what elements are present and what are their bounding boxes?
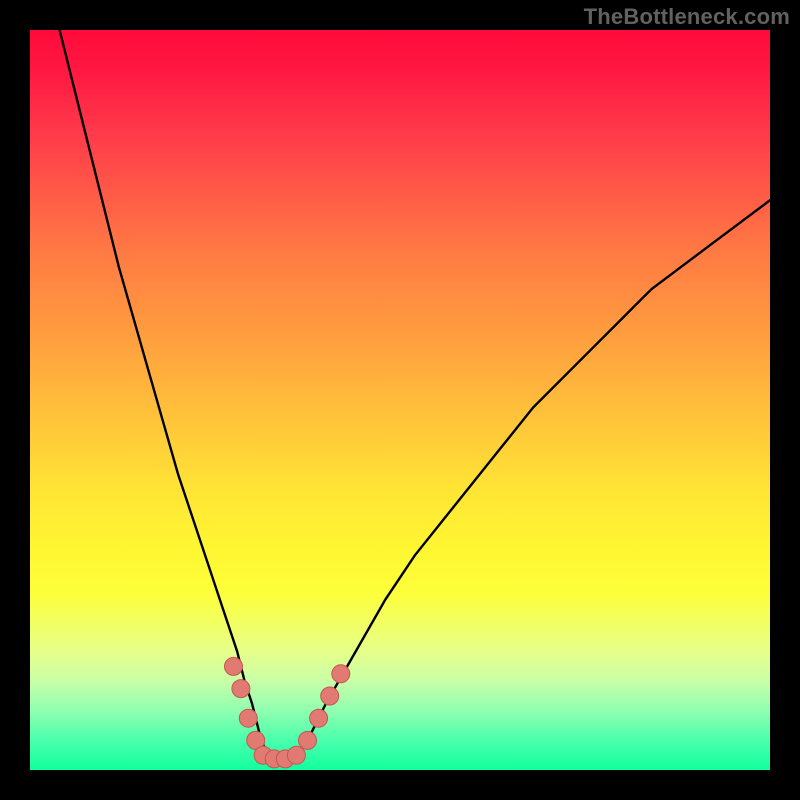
data-point <box>321 687 339 705</box>
bottleneck-curve <box>60 30 770 763</box>
bottleneck-curve-plot <box>30 30 770 770</box>
data-point <box>332 665 350 683</box>
data-point <box>239 709 257 727</box>
data-point <box>232 680 250 698</box>
chart-frame <box>30 30 770 770</box>
data-point <box>310 709 328 727</box>
data-point <box>299 731 317 749</box>
data-point <box>287 746 305 764</box>
watermark-text: TheBottleneck.com <box>584 4 790 30</box>
data-point <box>225 657 243 675</box>
